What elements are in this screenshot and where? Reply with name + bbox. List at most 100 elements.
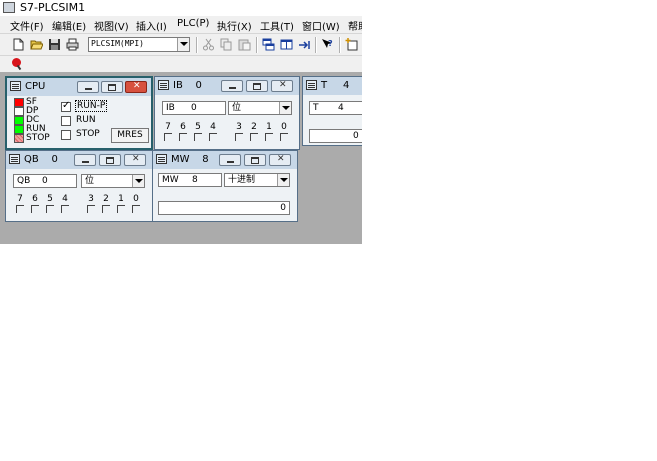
ib-bit-checkbox[interactable]: [250, 133, 258, 141]
ib-address-type: IB: [166, 103, 175, 113]
qb-window[interactable]: QB 0 QB 0 位 7 6 5 4 3 2 1 0: [5, 150, 153, 222]
open-icon[interactable]: [30, 38, 43, 51]
paste-icon[interactable]: [238, 38, 251, 51]
mw-address-field[interactable]: MW 8: [158, 173, 222, 187]
dock-icon[interactable]: [298, 38, 311, 51]
menu-execute[interactable]: 执行(X): [217, 18, 252, 33]
ib-bit-label: 5: [195, 122, 201, 132]
close-button[interactable]: [124, 154, 146, 166]
mode-stop-checkbox[interactable]: [61, 130, 71, 140]
mw-value-field[interactable]: 0: [158, 201, 290, 215]
menu-window[interactable]: 窗口(W): [302, 18, 340, 33]
mode-run-p-label[interactable]: RUN-P: [75, 100, 108, 112]
ib-bit-label: 1: [266, 122, 272, 132]
print-icon[interactable]: [66, 38, 79, 51]
menu-file[interactable]: 文件(F): [10, 18, 44, 33]
menu-insert[interactable]: 插入(I): [136, 18, 167, 33]
mode-run-label[interactable]: RUN: [76, 115, 96, 125]
menu-tools[interactable]: 工具(T): [260, 18, 294, 33]
led-stop: [14, 134, 24, 143]
ib-bit-checkbox[interactable]: [164, 133, 172, 141]
cascade-icon[interactable]: [262, 38, 275, 51]
ib-bit-checkbox[interactable]: [194, 133, 202, 141]
menu-view[interactable]: 视图(V): [94, 18, 129, 33]
copy-icon[interactable]: [220, 38, 233, 51]
qb-bit-checkbox[interactable]: [61, 205, 69, 213]
ib-bit-checkbox[interactable]: [179, 133, 187, 141]
minimize-button[interactable]: [74, 154, 96, 166]
save-icon[interactable]: [48, 38, 61, 51]
qb-bit-label: 2: [103, 194, 109, 204]
t-window-icon: [306, 80, 317, 90]
minimize-button[interactable]: [77, 81, 99, 93]
cpu-window[interactable]: CPU SF DP DC RUN STOP RUN-P RUN STOP MRE…: [5, 76, 153, 150]
chevron-down-icon[interactable]: [277, 174, 289, 186]
qb-bit-checkbox[interactable]: [46, 205, 54, 213]
qb-title-index: 0: [51, 154, 58, 165]
t-window-titlebar[interactable]: T 4: [303, 77, 362, 95]
mw-format-select[interactable]: 十进制: [224, 173, 290, 187]
menu-plc[interactable]: PLC(P): [177, 18, 209, 29]
minimize-button[interactable]: [219, 154, 241, 166]
insert-icon[interactable]: [345, 38, 358, 51]
qb-bit-checkbox[interactable]: [102, 205, 110, 213]
ib-window-titlebar[interactable]: IB 0: [155, 77, 299, 95]
qb-address-field[interactable]: QB 0: [13, 174, 77, 188]
qb-window-titlebar[interactable]: QB 0: [6, 151, 152, 169]
maximize-button[interactable]: [246, 80, 268, 92]
t-address-field[interactable]: T 4: [309, 101, 362, 115]
qb-format-select[interactable]: 位: [81, 174, 145, 188]
access-path-value: PLCSIM(MPI): [91, 39, 144, 48]
cpu-window-icon: [10, 81, 21, 91]
qb-bit-label: 5: [47, 194, 53, 204]
cut-icon[interactable]: [202, 38, 215, 51]
qb-bit-checkbox[interactable]: [87, 205, 95, 213]
cpu-window-title: CPU: [25, 81, 46, 92]
close-button[interactable]: [269, 154, 291, 166]
mode-run-p-checkbox[interactable]: [61, 100, 71, 112]
qb-bit-checkbox[interactable]: [16, 205, 24, 213]
maximize-button[interactable]: [99, 154, 121, 166]
qb-bit-checkbox[interactable]: [117, 205, 125, 213]
t-window-title: T 4: [321, 80, 349, 91]
new-icon[interactable]: [12, 38, 25, 51]
chevron-down-icon[interactable]: [279, 102, 291, 114]
menu-help[interactable]: 帮助: [348, 18, 362, 33]
ib-bit-checkbox[interactable]: [280, 133, 288, 141]
ib-bit-label: 3: [236, 122, 242, 132]
ib-bit-label: 0: [281, 122, 287, 132]
access-path-select[interactable]: PLCSIM(MPI): [88, 37, 190, 52]
ib-address-field[interactable]: IB 0: [162, 101, 226, 115]
minimize-button[interactable]: [221, 80, 243, 92]
close-button[interactable]: [125, 81, 147, 93]
chevron-down-icon[interactable]: [177, 38, 189, 51]
maximize-button[interactable]: [101, 81, 123, 93]
tile-icon[interactable]: [280, 38, 293, 51]
menu-edit[interactable]: 编辑(E): [52, 18, 86, 33]
chevron-down-icon[interactable]: [132, 175, 144, 187]
qb-bit-checkbox[interactable]: [31, 205, 39, 213]
ib-bit-checkbox[interactable]: [265, 133, 273, 141]
t-address-type: T: [313, 103, 319, 113]
help-icon[interactable]: ?: [321, 38, 334, 51]
ib-format-select[interactable]: 位: [228, 101, 292, 115]
mw-window[interactable]: MW 8 MW 8 十进制 0: [152, 150, 298, 222]
ib-bit-label: 2: [251, 122, 257, 132]
mw-window-titlebar[interactable]: MW 8: [153, 151, 297, 169]
pin-icon[interactable]: [12, 58, 21, 67]
cpu-window-titlebar[interactable]: CPU: [7, 78, 151, 96]
mode-run-checkbox[interactable]: [61, 116, 71, 126]
ib-window[interactable]: IB 0 IB 0 位 7 6 5 4 3 2 1 0: [154, 76, 300, 150]
qb-address-type: QB: [17, 176, 31, 186]
mres-button[interactable]: MRES: [111, 128, 149, 143]
t-value-field[interactable]: 0: [309, 129, 362, 143]
qb-bit-label: 4: [62, 194, 68, 204]
qb-bit-checkbox[interactable]: [132, 205, 140, 213]
mw-value: 0: [280, 203, 286, 213]
maximize-button[interactable]: [244, 154, 266, 166]
mode-stop-label[interactable]: STOP: [76, 129, 100, 139]
ib-bit-checkbox[interactable]: [209, 133, 217, 141]
ib-bit-checkbox[interactable]: [235, 133, 243, 141]
close-button[interactable]: [271, 80, 293, 92]
t-window[interactable]: T 4 T 4 0: [302, 76, 362, 146]
